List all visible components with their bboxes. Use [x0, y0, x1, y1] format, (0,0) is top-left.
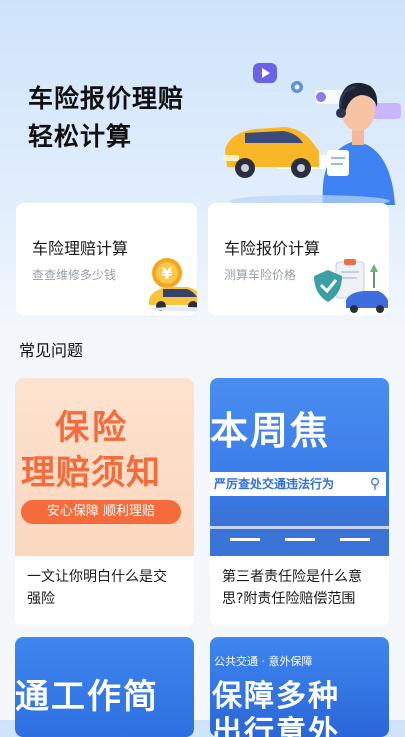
banner-subline: 严厉查处交通违法行为	[210, 472, 364, 496]
article-title: 一文让你明白什么是交强险	[27, 569, 167, 607]
article-banner: 保险 理赔须知 安心保障 顺利理赔	[15, 378, 194, 556]
quote-calc-title: 车险报价计算	[224, 239, 321, 258]
claim-calc-card[interactable]: 车险理赔计算 查查维修多少钱 ¥	[16, 203, 197, 315]
quote-calc-subtitle: 测算车险价格	[224, 268, 297, 282]
claim-calc-subtitle: 查查维修多少钱	[32, 268, 117, 282]
shield-clipboard-car-icon	[314, 259, 388, 313]
hero-title-line2: 轻松计算	[28, 122, 133, 151]
yen-coin-car-icon: ¥	[149, 258, 197, 311]
faq-section-title: 常见问题	[19, 341, 84, 360]
article-banner: 本周焦 严厉查处交通违法行为 ⚲	[210, 378, 389, 556]
article-title: 第三者责任险是什么意思?附责任险赔偿范围	[222, 569, 362, 607]
quote-calc-card[interactable]: 车险报价计算 测算车险价格	[208, 203, 389, 315]
road-illustration	[210, 506, 389, 556]
svg-text:¥: ¥	[161, 264, 172, 283]
search-icon: ⚲	[364, 472, 386, 496]
banner-top-label: 公共交通 · 意外保障	[214, 655, 313, 668]
hero-title-line1: 车险报价理赔	[28, 84, 185, 113]
banner-headline-1: 保险	[55, 408, 129, 448]
faq-article-card[interactable]: 公共交通 · 意外保障 保障多种 出行意外	[210, 637, 389, 737]
banner-headline: 通工作简	[15, 677, 159, 717]
claim-calc-title: 车险理赔计算	[32, 239, 129, 258]
hero-title: 车险报价理赔 轻松计算	[28, 80, 184, 156]
customer-service-illustration	[223, 63, 401, 205]
faq-article-card[interactable]: 保险 理赔须知 安心保障 顺利理赔 一文让你明白什么是交强险	[15, 378, 194, 626]
banner-headline-2: 理赔须知	[21, 453, 161, 493]
faq-article-card[interactable]: 本周焦 严厉查处交通违法行为 ⚲ 第三者责任险是什么意思?附责任险赔偿范围	[210, 378, 389, 626]
banner-headline-2: 出行意外	[212, 715, 340, 737]
banner-tag: 安心保障 顺利理赔	[21, 500, 181, 524]
banner-headline-1: 本周焦	[210, 409, 331, 453]
faq-article-card[interactable]: 通工作简	[15, 637, 194, 737]
